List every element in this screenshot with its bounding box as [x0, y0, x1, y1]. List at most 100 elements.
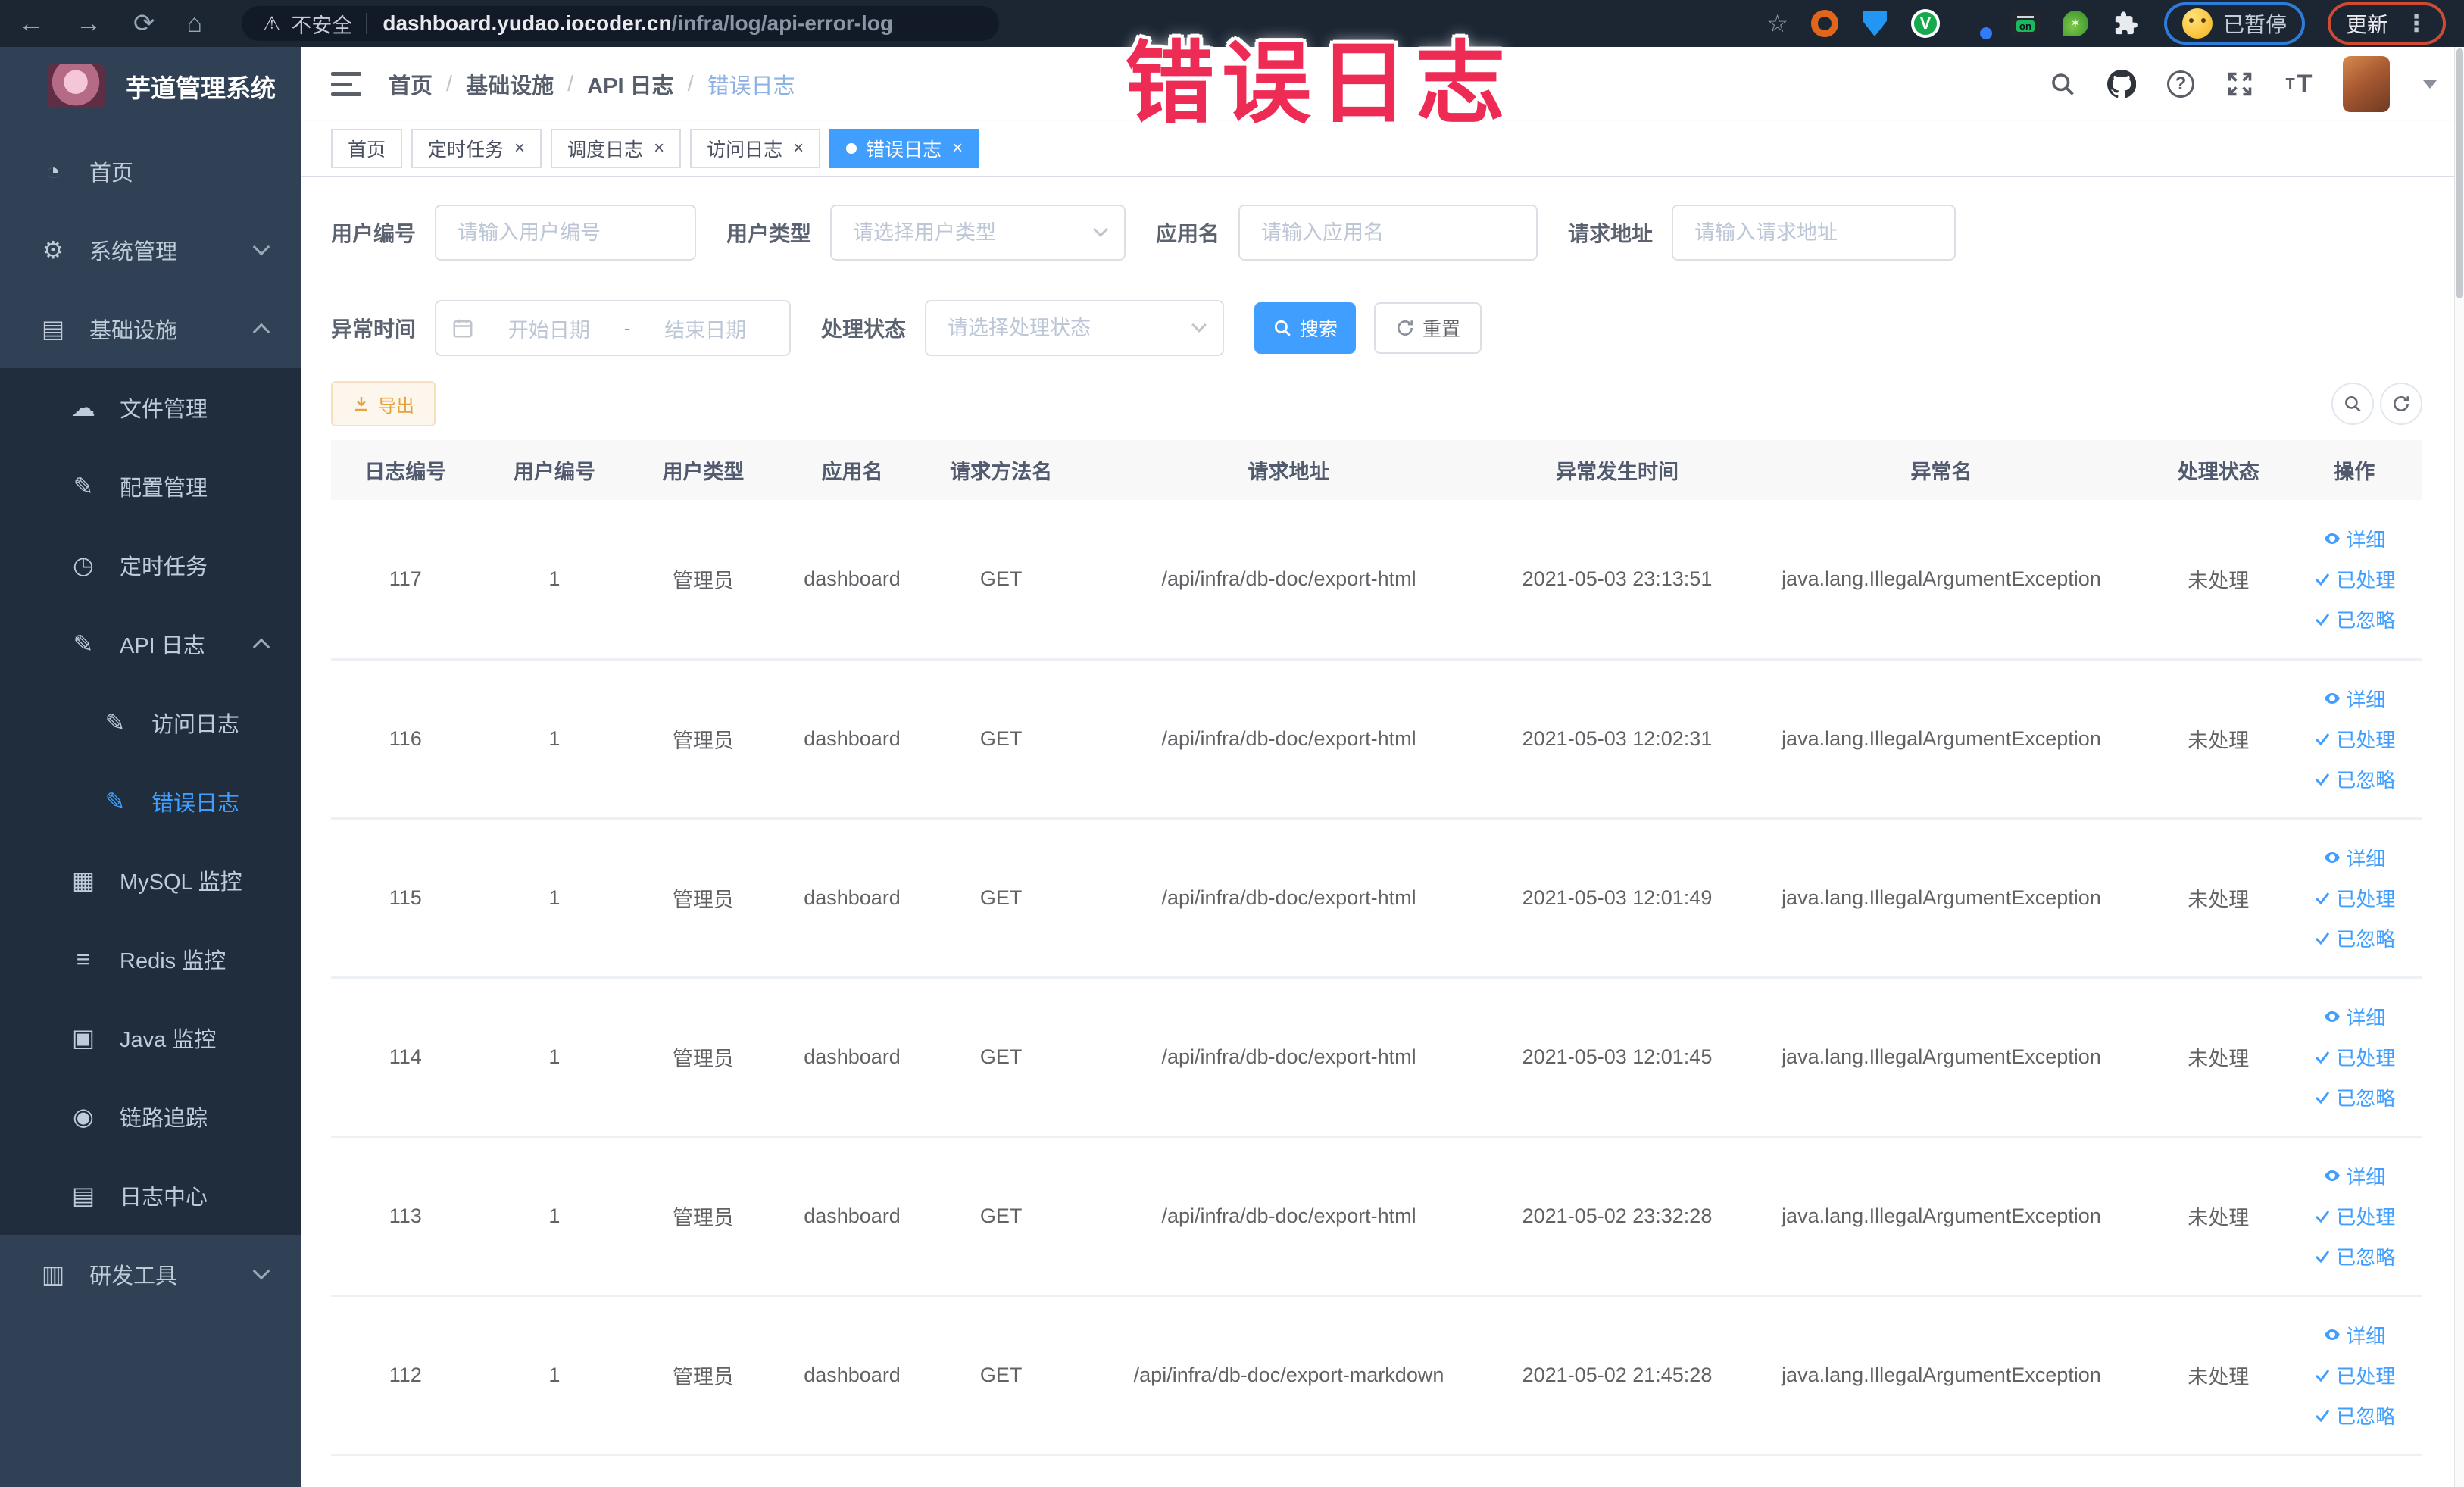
extension-on-switch-icon[interactable]: on [2010, 11, 2040, 36]
action-已忽略-link[interactable]: 已忽略 [2313, 1242, 2395, 1270]
home-icon[interactable]: ⌂ [187, 0, 203, 47]
sidebar-item-API 日志[interactable]: ✎ API 日志 [0, 604, 301, 683]
github-icon[interactable] [2106, 69, 2137, 99]
cell-exception-name: java.lang.IllegalArgumentException [1732, 977, 2151, 1138]
action-已处理-link[interactable]: 已处理 [2313, 1202, 2395, 1230]
cell-app-name: dashboard [777, 818, 927, 979]
action-详细-link[interactable]: 详细 [2323, 844, 2385, 872]
extension-orange-icon[interactable] [1810, 10, 1838, 37]
start-date-placeholder[interactable]: 开始日期 [480, 314, 618, 343]
action-详细-link[interactable]: 详细 [2323, 1321, 2385, 1349]
sidebar-item-链路追踪[interactable]: ◉ 链路追踪 [0, 1077, 301, 1156]
search-icon[interactable] [2047, 69, 2078, 99]
action-详细-link[interactable]: 详细 [2323, 685, 2385, 713]
reset-button[interactable]: 重置 [1374, 302, 1482, 354]
sidebar-item-label: 配置管理 [120, 476, 208, 501]
action-已处理-link[interactable]: 已处理 [2313, 565, 2395, 593]
help-icon[interactable]: ? [2166, 69, 2196, 99]
file-icon: ☁ [71, 394, 95, 421]
forward-icon[interactable]: → [76, 0, 101, 47]
action-已忽略-link[interactable]: 已忽略 [2313, 605, 2395, 633]
browser-menu-icon[interactable]: ⋮ [2405, 11, 2428, 37]
extension-shield-icon[interactable] [1861, 10, 1888, 37]
sidebar-logo[interactable]: 芋道管理系统 [0, 47, 301, 126]
sidebar-item-Java 监控[interactable]: ▣ Java 监控 [0, 998, 301, 1077]
cell-request-url: /api/infra/db-doc/export-html [1075, 1136, 1503, 1297]
action-已处理-link[interactable]: 已处理 [2313, 884, 2395, 912]
action-已处理-link[interactable]: 已处理 [2313, 725, 2395, 753]
action-已处理-link[interactable]: 已处理 [2313, 1043, 2395, 1071]
cell-user-type: 管理员 [629, 977, 778, 1138]
hamburger-icon[interactable] [331, 72, 361, 96]
browser-update-button[interactable]: 更新 ⋮ [2327, 2, 2446, 45]
back-icon[interactable]: ← [18, 0, 44, 47]
extensions-puzzle-icon[interactable] [2111, 8, 2141, 39]
action-已忽略-link[interactable]: 已忽略 [2313, 1083, 2395, 1111]
user-id-input[interactable] [435, 205, 697, 261]
sidebar-item-系统管理[interactable]: ⚙ 系统管理 [0, 211, 301, 289]
tab-定时任务[interactable]: 定时任务 × [411, 129, 542, 168]
extension-green-v-icon[interactable]: V [1910, 9, 1940, 38]
action-详细-link[interactable]: 详细 [2323, 1162, 2385, 1190]
reload-icon[interactable]: ⟳ [133, 0, 155, 47]
scrollbar-thumb[interactable] [2456, 48, 2463, 298]
user-avatar[interactable] [2343, 56, 2390, 112]
search-button[interactable]: 搜索 [1254, 302, 1357, 354]
app-name-input[interactable] [1238, 205, 1538, 261]
tab-close-icon[interactable]: × [654, 139, 664, 158]
tab-close-icon[interactable]: × [793, 139, 804, 158]
tab-close-icon[interactable]: × [514, 139, 525, 158]
tab-close-icon[interactable]: × [952, 139, 963, 158]
request-url-input[interactable] [1672, 205, 1957, 261]
sidebar-item-日志中心[interactable]: ▤ 日志中心 [0, 1156, 301, 1235]
export-button[interactable]: 导出 [331, 381, 436, 426]
exception-time-range-picker[interactable]: 开始日期 - 结束日期 [435, 300, 792, 356]
cell-log-id: 115 [331, 818, 480, 979]
sidebar-item-首页[interactable]: ◔ 首页 [0, 132, 301, 211]
log-icon: ✎ [105, 788, 126, 815]
toggle-search-button[interactable] [2331, 383, 2374, 425]
sidebar-item-MySQL 监控[interactable]: ▦ MySQL 监控 [0, 841, 301, 920]
action-详细-link[interactable]: 详细 [2323, 525, 2385, 553]
sidebar-item-定时任务[interactable]: ◷ 定时任务 [0, 526, 301, 604]
cell-log-id: 112 [331, 1295, 480, 1456]
tab-访问日志[interactable]: 访问日志 × [690, 129, 821, 168]
sidebar-item-研发工具[interactable]: ▥ 研发工具 [0, 1235, 301, 1314]
tab-错误日志[interactable]: 错误日志 × [829, 129, 980, 168]
action-已处理-link[interactable]: 已处理 [2313, 1361, 2395, 1389]
process-status-select[interactable] [925, 300, 1225, 356]
breadcrumb-item-API 日志[interactable]: API 日志 [587, 68, 673, 100]
font-size-icon[interactable]: TT [2284, 69, 2314, 99]
action-详细-link[interactable]: 详细 [2323, 1003, 2385, 1031]
refresh-table-button[interactable] [2380, 383, 2422, 425]
profile-paused-chip[interactable]: 已暂停 [2163, 2, 2305, 45]
dashboard-icon: ◔ [45, 157, 61, 185]
action-已忽略-link[interactable]: 已忽略 [2313, 1401, 2395, 1429]
address-bar[interactable]: ⚠ 不安全 dashboard.yudao.iocoder.cn/infra/l… [242, 6, 1000, 41]
bookmark-star-icon[interactable]: ☆ [1766, 9, 1788, 38]
end-date-placeholder[interactable]: 结束日期 [636, 314, 774, 343]
user-type-select[interactable] [830, 205, 1126, 261]
cell-app-name: dashboard [777, 977, 927, 1138]
tab-调度日志[interactable]: 调度日志 × [551, 129, 682, 168]
extension-leaf-icon[interactable]: ✶ [2062, 11, 2088, 36]
action-已忽略-link[interactable]: 已忽略 [2313, 765, 2395, 793]
extension-grid-icon[interactable] [1963, 11, 1992, 39]
cell-user-id: 1 [479, 1295, 629, 1456]
page-scrollbar[interactable] [2454, 47, 2464, 1487]
breadcrumb-item-基础设施[interactable]: 基础设施 [466, 68, 554, 100]
avatar-caret-icon[interactable] [2423, 80, 2437, 89]
sidebar-item-访问日志[interactable]: ✎ 访问日志 [0, 683, 301, 762]
tab-首页[interactable]: 首页 [331, 129, 403, 168]
process-status-select-input[interactable] [925, 300, 1225, 356]
action-已忽略-link[interactable]: 已忽略 [2313, 924, 2395, 952]
breadcrumb-item-首页[interactable]: 首页 [389, 68, 433, 100]
sidebar-item-配置管理[interactable]: ✎ 配置管理 [0, 447, 301, 526]
sidebar-item-文件管理[interactable]: ☁ 文件管理 [0, 368, 301, 447]
sidebar-item-基础设施[interactable]: ▤ 基础设施 [0, 289, 301, 368]
user-type-select-input[interactable] [830, 205, 1126, 261]
cell-app-name: dashboard [777, 1136, 927, 1297]
sidebar-item-错误日志[interactable]: ✎ 错误日志 [0, 762, 301, 841]
sidebar-item-Redis 监控[interactable]: ≡ Redis 监控 [0, 920, 301, 998]
fullscreen-icon[interactable] [2225, 69, 2255, 99]
